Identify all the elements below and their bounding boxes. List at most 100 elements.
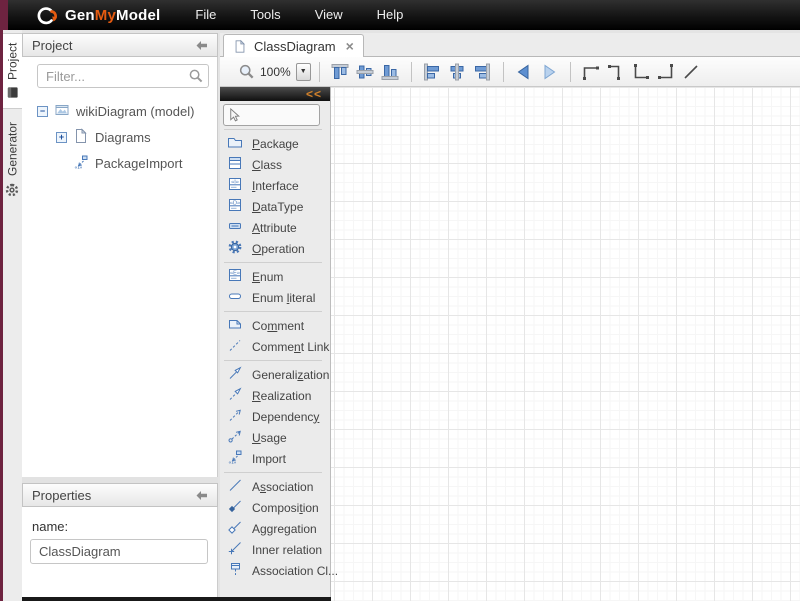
palette-item-comment-link[interactable]: Comment Link — [220, 336, 330, 357]
conn-corner-right-button[interactable] — [654, 60, 679, 84]
side-rail: Project Generator — [3, 30, 22, 601]
flip-left-button[interactable] — [512, 60, 537, 84]
properties-panel-header: Properties — [22, 483, 218, 507]
palette-item-association[interactable]: Association — [220, 476, 330, 497]
palette-item-label: Package — [252, 137, 299, 151]
palette-item-realization[interactable]: Realization — [220, 385, 330, 406]
toolbar-separator — [503, 62, 504, 82]
sidebar-tab-label: Generator — [6, 122, 20, 176]
zoom-magnifier-icon — [238, 63, 255, 80]
conn-elbow-down-button[interactable] — [604, 60, 629, 84]
tab-classdiagram[interactable]: ClassDiagram × — [223, 34, 364, 57]
properties-panel-body: name: — [22, 507, 218, 597]
palette-item-inner-relation[interactable]: Inner relation — [220, 539, 330, 560]
menu-help[interactable]: Help — [360, 0, 421, 30]
palette-divider — [224, 311, 322, 312]
palette-item-label: Interface — [252, 179, 299, 193]
app-window: GenMyModel FileToolsViewHelp Project Gene… — [0, 0, 800, 601]
svg-text:«I»: «I» — [75, 165, 83, 170]
diagram-icon — [73, 128, 89, 147]
sidebar-tab-project[interactable]: Project — [3, 33, 22, 109]
menu-tools[interactable]: Tools — [233, 0, 297, 30]
align-middle-button[interactable] — [353, 60, 378, 84]
align-center-button[interactable] — [445, 60, 470, 84]
palette-item-class[interactable]: Class — [220, 154, 330, 175]
palette-item-label: Enum — [252, 270, 283, 284]
tool-palette: << Package Class «I» Interface «D»DataTypeAt… — [220, 87, 331, 601]
menu-view[interactable]: View — [298, 0, 360, 30]
tab-close-icon[interactable]: × — [346, 40, 354, 52]
palette-divider — [224, 360, 322, 361]
conn-straight-button[interactable] — [679, 60, 704, 84]
palette-collapse-button[interactable]: << — [306, 88, 322, 100]
palette-item-enum[interactable]: «E» Enum — [220, 266, 330, 287]
cursor-icon — [227, 107, 242, 123]
tab-title: ClassDiagram — [254, 39, 336, 54]
menubar: FileToolsViewHelp — [178, 0, 420, 30]
tree-item-label: PackageImport — [95, 156, 182, 171]
collapse-left-icon[interactable] — [195, 40, 208, 51]
palette-item-interface[interactable]: «I» Interface — [220, 175, 330, 196]
enum-icon: «E» — [227, 267, 243, 286]
palette-item-operation[interactable]: Operation — [220, 238, 330, 259]
palette-item-comment[interactable]: Comment — [220, 315, 330, 336]
filter-input[interactable] — [37, 64, 209, 88]
palette-item-label: Composition — [252, 501, 319, 515]
usage-icon — [227, 428, 243, 447]
tree-item-packageimport[interactable]: «I» PackageImport — [22, 150, 217, 176]
tree-item-wikidiagram-model[interactable]: −wikiDiagram (model) — [22, 98, 217, 124]
tree-item-diagrams[interactable]: + Diagrams — [22, 124, 217, 150]
selection-tool-button[interactable] — [223, 104, 320, 126]
palette-divider — [224, 262, 322, 263]
palette-item-label: Enum literal — [252, 291, 315, 305]
menu-file[interactable]: File — [178, 0, 233, 30]
sidebar-tab-generator[interactable]: Generator — [3, 114, 22, 206]
palette-item-label: Class — [252, 158, 282, 172]
conn-corner-left-button[interactable] — [629, 60, 654, 84]
palette-item-label: Operation — [252, 242, 305, 256]
flip-right-button[interactable] — [537, 60, 562, 84]
palette-item-usage[interactable]: Usage — [220, 427, 330, 448]
palette-item-association-cl[interactable]: Association Cl... — [220, 560, 330, 581]
zoom-dropdown-button[interactable]: ▼ — [296, 63, 311, 81]
realization-icon — [227, 386, 243, 405]
align-bottom-button[interactable] — [378, 60, 403, 84]
top-menubar: GenMyModel FileToolsViewHelp — [0, 0, 800, 30]
genmymodel-logo[interactable]: GenMyModel — [30, 5, 160, 26]
conn-elbow-up-button[interactable] — [579, 60, 604, 84]
interface-icon: «I» — [227, 176, 243, 195]
palette-item-dependency[interactable]: Dependency — [220, 406, 330, 427]
palette-item-label: Generalization — [252, 368, 329, 382]
bottom-bar — [22, 597, 331, 601]
palette-item-label: Dependency — [252, 410, 319, 424]
tree-item-label: Diagrams — [95, 130, 151, 145]
tree-expander-minus-icon[interactable]: − — [37, 106, 48, 117]
palette-item-aggregation[interactable]: Aggregation — [220, 518, 330, 539]
palette-item-generalization[interactable]: Generalization — [220, 364, 330, 385]
palette-item-datatype[interactable]: «D»DataType — [220, 196, 330, 217]
toolbar-separator — [570, 62, 571, 82]
align-top-button[interactable] — [328, 60, 353, 84]
toolbar-separator — [411, 62, 412, 82]
generalization-icon — [227, 365, 243, 384]
palette-item-label: Import — [252, 452, 286, 466]
collapse-left-icon[interactable] — [195, 490, 208, 501]
comment-link-icon — [227, 337, 243, 356]
align-left-button[interactable] — [420, 60, 445, 84]
palette-item-attribute[interactable]: Attribute — [220, 217, 330, 238]
palette-item-composition[interactable]: Composition — [220, 497, 330, 518]
palette-item-enum-literal[interactable]: Enum literal — [220, 287, 330, 308]
name-field[interactable] — [30, 539, 208, 564]
palette-item-label: Aggregation — [252, 522, 317, 536]
comment-icon — [227, 316, 243, 335]
toolbar-separator — [319, 62, 320, 82]
align-right-button[interactable] — [470, 60, 495, 84]
project-box-icon — [6, 86, 20, 99]
palette-item-import[interactable]: «I»Import — [220, 448, 330, 469]
project-panel-title: Project — [32, 38, 72, 53]
project-panel-body: −wikiDiagram (model) + Diagrams «I» PackageI… — [22, 57, 218, 477]
project-panel-header: Project — [22, 33, 218, 57]
tree-expander-plus-icon[interactable]: + — [56, 132, 67, 143]
palette-divider — [224, 472, 322, 473]
palette-item-package[interactable]: Package — [220, 133, 330, 154]
